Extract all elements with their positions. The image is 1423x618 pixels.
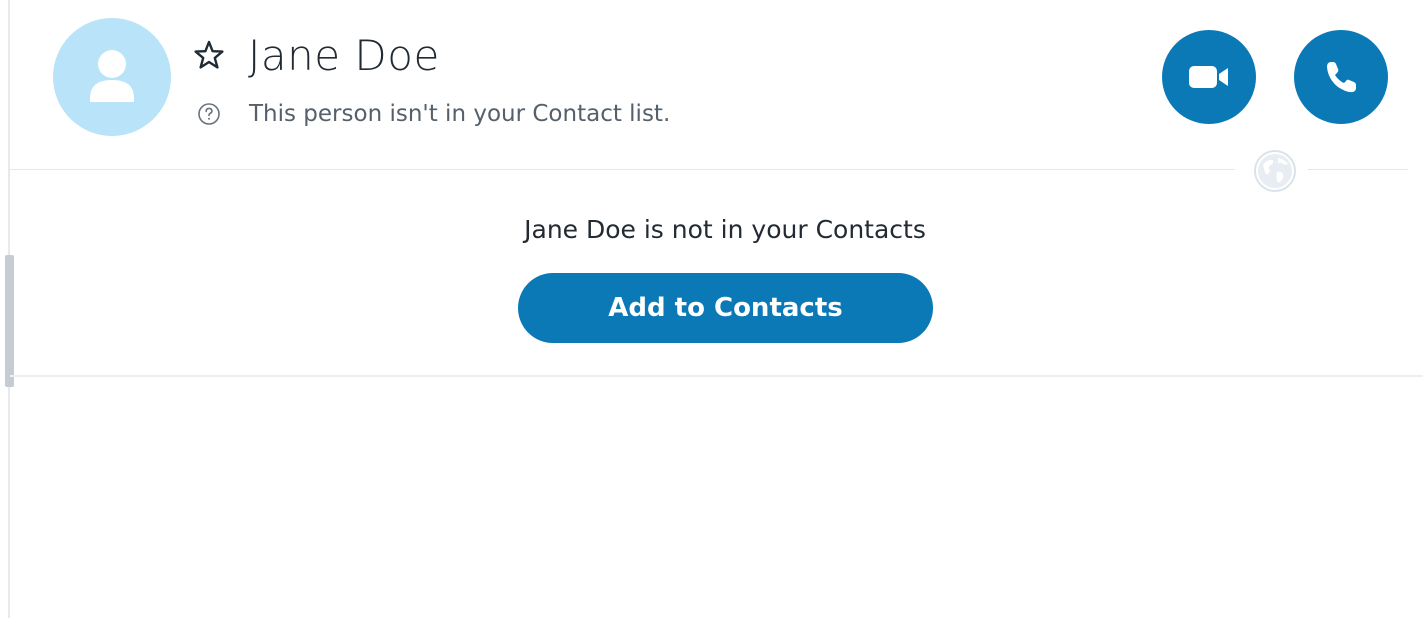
star-icon[interactable] (192, 38, 226, 72)
question-circle-icon[interactable] (197, 102, 221, 126)
contact-status-text: This person isn't in your Contact list. (249, 101, 671, 127)
person-icon (90, 50, 134, 102)
conversation-header: Jane Doe This person isn't in your Conta… (10, 0, 1423, 170)
audio-call-button[interactable] (1294, 30, 1388, 124)
avatar[interactable] (53, 18, 171, 136)
add-to-contacts-button[interactable]: Add to Contacts (518, 273, 933, 343)
video-camera-icon (1189, 66, 1228, 88)
globe-icon (1254, 150, 1296, 192)
scrollbar-thumb[interactable] (5, 255, 14, 387)
phone-icon (1327, 62, 1356, 93)
banner-divider (10, 375, 1423, 377)
video-call-button[interactable] (1162, 30, 1256, 124)
header-divider (10, 169, 1235, 170)
conversation-pane: Jane Doe This person isn't in your Conta… (0, 0, 1423, 618)
contact-name[interactable]: Jane Doe (248, 30, 440, 82)
header-divider-right (1308, 169, 1408, 170)
not-in-contacts-message: Jane Doe is not in your Contacts (524, 215, 926, 244)
